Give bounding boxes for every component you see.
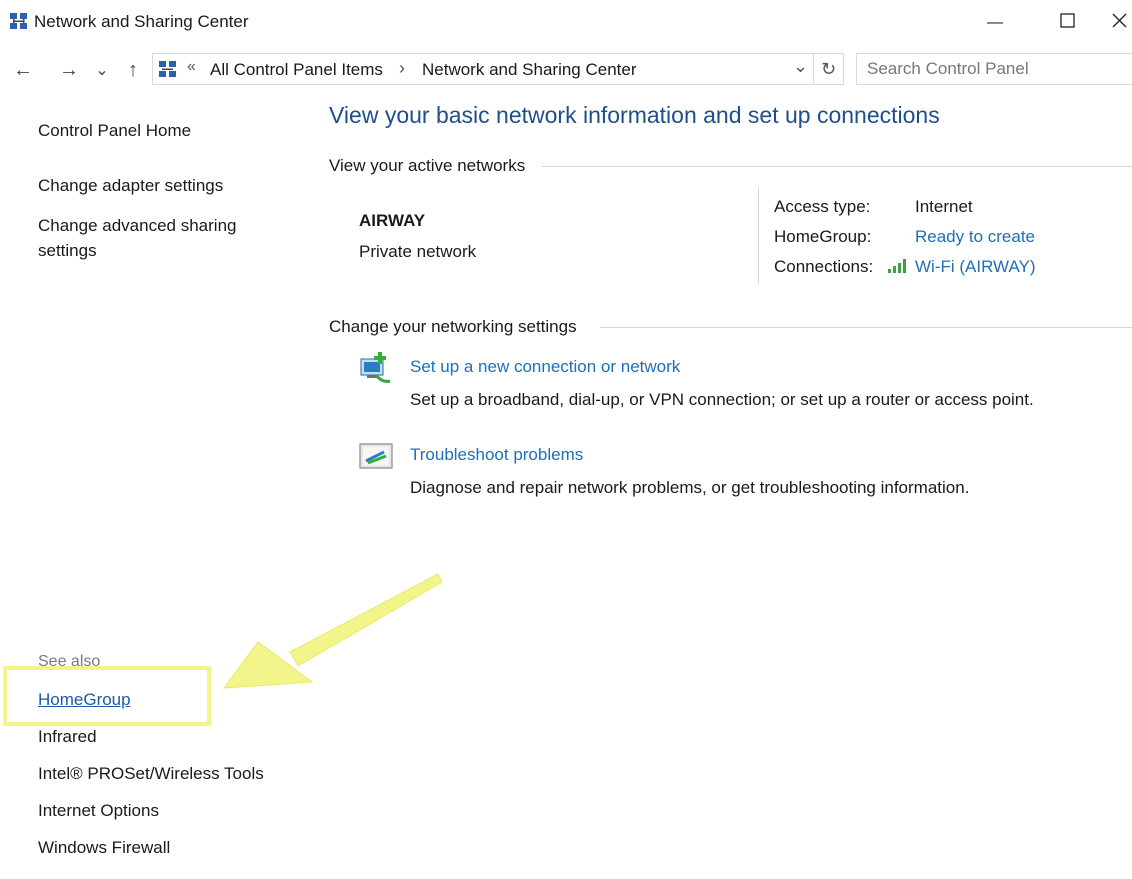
chevron-down-icon: ⌄ (95, 62, 109, 79)
connections-label: Connections: (774, 257, 874, 276)
setup-new-connection-description: Set up a broadband, dial-up, or VPN conn… (410, 390, 1034, 409)
title-bar: Network and Sharing Center — (0, 0, 1132, 44)
highlight-box (3, 666, 211, 726)
search-input[interactable] (856, 53, 1132, 85)
up-arrow-icon: ↑ (128, 58, 138, 81)
network-name: AIRWAY (359, 211, 426, 230)
control-panel-icon (157, 58, 179, 85)
back-button[interactable]: ← (8, 56, 38, 84)
change-settings-label: Change your networking settings (329, 317, 577, 336)
overflow-icon[interactable]: « (187, 58, 196, 76)
troubleshoot-problems-description: Diagnose and repair network problems, or… (410, 478, 970, 497)
wifi-connection-link[interactable]: Wi-Fi (AIRWAY) (915, 257, 1036, 277)
section-divider (600, 327, 1132, 328)
up-button[interactable]: ↑ (118, 56, 148, 84)
sidebar-link-line: Change advanced sharing (38, 216, 237, 235)
maximize-button[interactable] (1044, 8, 1090, 38)
homegroup-label: HomeGroup: (774, 227, 872, 246)
close-button[interactable] (1112, 8, 1132, 38)
troubleshoot-icon (358, 441, 394, 478)
network-center-icon (8, 10, 30, 37)
address-dropdown-icon[interactable]: ⌄ (793, 56, 808, 77)
breadcrumb-network-and-sharing-center[interactable]: Network and Sharing Center (422, 60, 637, 80)
network-type: Private network (359, 242, 477, 261)
address-bar[interactable]: « All Control Panel Items › Network and … (152, 53, 814, 85)
forward-arrow-icon: → (59, 58, 79, 81)
section-divider (542, 166, 1132, 167)
see-also-windows-firewall[interactable]: Windows Firewall (38, 838, 170, 858)
back-arrow-icon: ← (13, 58, 33, 81)
breadcrumb-separator-icon[interactable]: › (399, 58, 405, 79)
annotation-arrow-icon (220, 570, 445, 700)
sidebar-control-panel-home[interactable]: Control Panel Home (38, 121, 191, 141)
window-title: Network and Sharing Center (34, 12, 249, 31)
sidebar-change-adapter-settings[interactable]: Change adapter settings (38, 176, 223, 196)
access-type-label: Access type: (774, 197, 871, 216)
new-connection-icon (358, 351, 394, 392)
sidebar-link-line: settings (38, 241, 97, 260)
maximize-icon (1059, 13, 1075, 33)
sidebar-change-advanced-sharing-settings[interactable]: Change advanced sharing settings (38, 213, 278, 263)
see-also-infrared[interactable]: Infrared (38, 727, 97, 747)
minimize-button[interactable]: — (972, 8, 1018, 38)
active-networks-label: View your active networks (329, 156, 526, 175)
forward-button[interactable]: → (54, 56, 84, 84)
wifi-signal-icon (887, 258, 909, 279)
refresh-button[interactable]: ↻ (814, 53, 844, 85)
access-type-value: Internet (915, 197, 973, 216)
minimize-icon: — (987, 14, 1003, 31)
see-also-internet-options[interactable]: Internet Options (38, 801, 159, 821)
refresh-icon: ↻ (820, 58, 837, 79)
recent-locations-button[interactable]: ⌄ (92, 56, 112, 84)
close-icon (1112, 13, 1127, 33)
setup-new-connection-link[interactable]: Set up a new connection or network (410, 357, 680, 377)
network-info-divider (758, 188, 759, 283)
see-also-intel-proset[interactable]: Intel® PROSet/Wireless Tools (38, 764, 264, 784)
breadcrumb-all-control-panel-items[interactable]: All Control Panel Items (210, 60, 383, 80)
troubleshoot-problems-link[interactable]: Troubleshoot problems (410, 445, 583, 465)
homegroup-link[interactable]: Ready to create (915, 227, 1035, 247)
page-title: View your basic network information and … (329, 102, 940, 128)
